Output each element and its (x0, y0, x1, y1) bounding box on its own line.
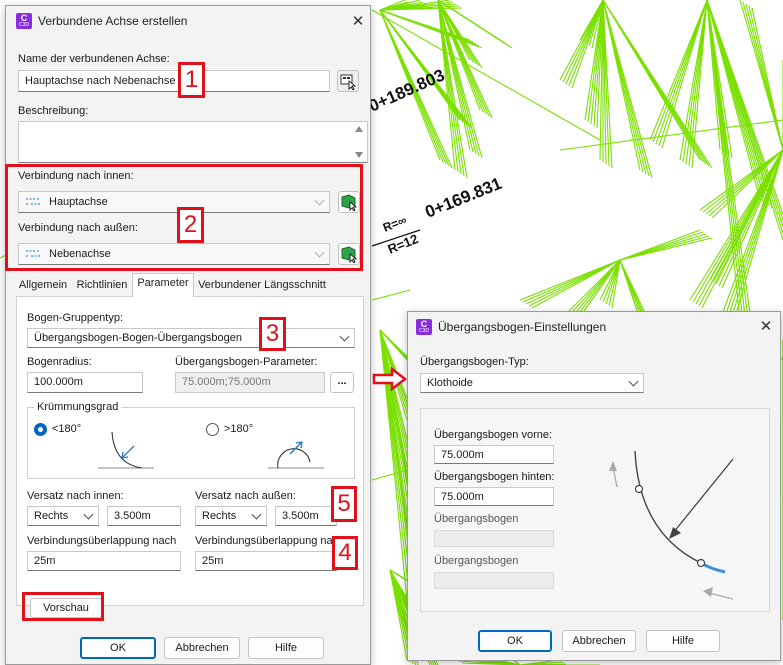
radius-label-bottom: R=12 (386, 231, 421, 257)
cancel-button[interactable]: Abbrechen (164, 637, 240, 659)
curve-group-type-select[interactable]: Übergangsbogen-Bogen-Übergangsbogen (27, 328, 355, 348)
curve-radius-label: Bogenradius: (27, 356, 92, 368)
tin-line (619, 237, 713, 261)
transition-settings-panel: Übergangsbogen vorne: 75.000m Übergangsb… (420, 408, 770, 612)
transition-extra1-label: Übergangsbogen (434, 513, 519, 525)
tab-allgemein[interactable]: Allgemein (16, 276, 70, 296)
description-label: Beschreibung: (18, 105, 89, 117)
dialog-title: Verbundene Achse erstellen (38, 14, 188, 28)
tab-connected-profile[interactable]: Verbundener Längsschnitt (196, 276, 328, 296)
transition-dialog-title: Übergangsbogen-Einstellungen (438, 320, 607, 334)
offset-outer-side-value: Rechts (202, 510, 237, 522)
name-label: Name der verbundenen Achse: (18, 53, 170, 65)
offset-inner-side-value: Rechts (34, 510, 69, 522)
curvature-lt180-label: <180° (52, 423, 82, 435)
curve-gt180-icon (268, 441, 324, 469)
curve-group-type-value: Übergangsbogen-Bogen-Übergangsbogen (34, 332, 242, 344)
tin-line (751, 7, 783, 151)
transition-type-value: Klothoide (427, 377, 473, 389)
tin-line (701, 149, 783, 309)
transition-back-label: Übergangsbogen hinten: (434, 471, 555, 483)
curvature-group-label: Krümmungsgrad (34, 401, 122, 413)
transition-cancel-button[interactable]: Abbrechen (562, 630, 636, 652)
highlight-preview-button (22, 592, 104, 621)
callout-5: 5 (331, 486, 357, 522)
transition-params-label: Übergangsbogen-Parameter: (175, 356, 318, 368)
radius-label-top: R=∞ (381, 213, 409, 235)
curve-lt180-icon (98, 431, 154, 469)
overlap-inner-input[interactable]: 25m (27, 551, 181, 571)
transition-type-select[interactable]: Klothoide (420, 373, 644, 393)
pick-from-drawing-icon (340, 74, 357, 91)
transition-back-input[interactable]: 75.000m (434, 487, 554, 506)
curve-group-type-label: Bogen-Gruppentyp: (27, 312, 124, 324)
tin-line (602, 0, 653, 179)
transition-params-ellipsis-button[interactable]: ... (330, 372, 354, 393)
transition-type-label: Übergangsbogen-Typ: (420, 356, 529, 368)
callout-1: 1 (178, 62, 205, 98)
civil3d-app-icon: C C3D (416, 319, 432, 335)
parameter-tab-panel: Bogen-Gruppentyp: Übergangsbogen-Bogen-Ü… (16, 296, 364, 606)
chevron-down-icon (251, 509, 262, 520)
scroll-up-icon[interactable] (355, 126, 363, 132)
transition-settings-dialog: C C3D Übergangsbogen-Einstellungen ✕ Über… (407, 311, 781, 661)
callout-3: 3 (259, 317, 286, 351)
offset-outer-label: Versatz nach außen: (195, 490, 296, 502)
offset-outer-side-select[interactable]: Rechts (195, 506, 267, 526)
spiral-diagram-icon (609, 450, 734, 600)
tab-richtlinien[interactable]: Richtlinien (72, 276, 132, 296)
callout-4: 4 (332, 536, 358, 570)
transition-params-input: 75.000m;75.000m (175, 372, 325, 393)
transition-extra2-input (434, 572, 554, 589)
transition-help-button[interactable]: Hilfe (646, 630, 720, 652)
transition-extra2-label: Übergangsbogen (434, 555, 519, 567)
offset-inner-input[interactable]: 3.500m (107, 506, 181, 526)
overlap-inner-label: Verbindungsüberlappung nach (27, 535, 177, 547)
pick-from-drawing-button[interactable] (337, 70, 359, 92)
chevron-down-icon (339, 331, 350, 342)
curvature-gt180-label: >180° (224, 423, 254, 435)
close-icon[interactable]: ✕ (348, 12, 368, 32)
help-button[interactable]: Hilfe (248, 637, 324, 659)
alignment-annotation: 0+189.803 0+169.831 R=∞ R=12 (366, 65, 505, 256)
curvature-group: Krümmungsgrad <180° >180° (27, 401, 355, 479)
close-icon[interactable]: ✕ (756, 317, 776, 337)
transition-extra1-input (434, 530, 554, 547)
transition-dialog-title-bar[interactable]: C C3D Übergangsbogen-Einstellungen ✕ (408, 312, 780, 344)
transition-front-label: Übergangsbogen vorne: (434, 429, 553, 441)
description-scrollbar[interactable] (353, 124, 365, 160)
dialog-title-bar[interactable]: C C3D Verbundene Achse erstellen ✕ (6, 6, 370, 38)
chevron-down-icon (628, 376, 639, 387)
callout-2: 2 (177, 207, 204, 243)
right-arrow-icon (372, 367, 408, 391)
connected-alignment-dialog: C C3D Verbundene Achse erstellen ✕ Name d… (5, 5, 371, 665)
tin-line (602, 0, 713, 169)
tab-parameter[interactable]: Parameter (132, 273, 194, 297)
tin-line (371, 289, 411, 301)
civil3d-app-icon: C C3D (16, 13, 32, 29)
offset-inner-side-select[interactable]: Rechts (27, 506, 99, 526)
offset-inner-label: Versatz nach innen: (27, 490, 124, 502)
name-input[interactable]: Hauptachse nach Nebenachse (18, 70, 330, 92)
ok-button[interactable]: OK (80, 637, 156, 659)
curve-radius-input[interactable]: 100.000m (27, 372, 143, 393)
curvature-gt180-radio[interactable] (206, 423, 219, 436)
transition-front-input[interactable]: 75.000m (434, 445, 554, 464)
transition-ok-button[interactable]: OK (478, 630, 552, 652)
description-textarea[interactable] (18, 121, 368, 163)
station-label-2: 0+169.831 (422, 174, 504, 222)
chevron-down-icon (83, 509, 94, 520)
overlap-outer-label: Verbindungsüberlappung nach (195, 535, 337, 547)
overlap-outer-input[interactable]: 25m (195, 551, 337, 571)
offset-outer-input[interactable]: 3.500m (275, 506, 337, 526)
curvature-lt180-radio[interactable] (34, 423, 47, 436)
scroll-down-icon[interactable] (355, 152, 363, 158)
